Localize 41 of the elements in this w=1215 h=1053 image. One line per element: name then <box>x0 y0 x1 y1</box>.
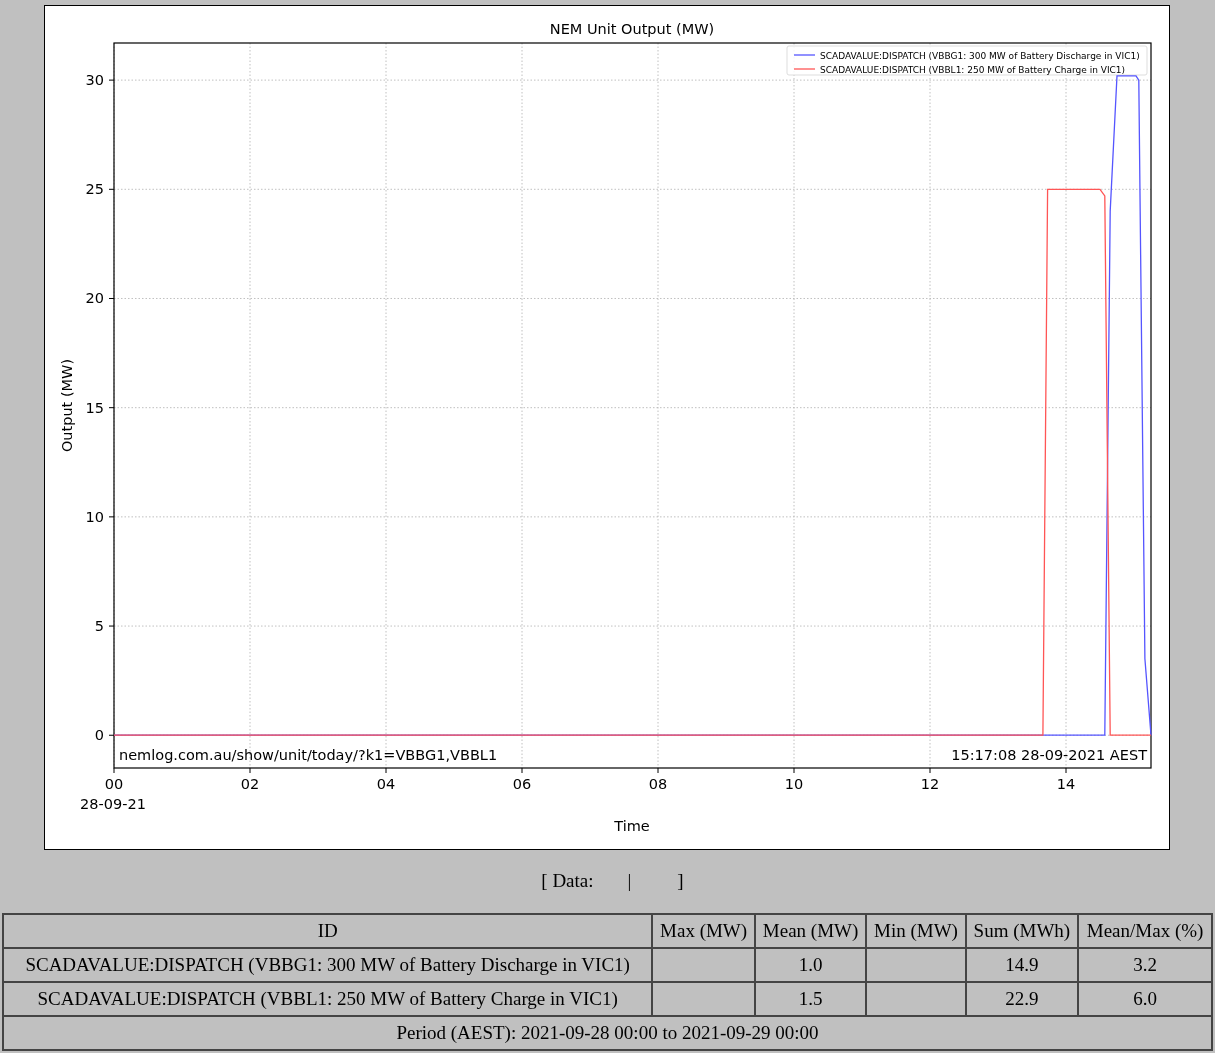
table-cell: 3.2 <box>1078 948 1212 982</box>
x-tick-label: 12 <box>920 776 940 792</box>
column-header: Min (MW) <box>866 914 966 948</box>
table-cell: 14.9 <box>965 948 1079 982</box>
y-tick-label: 25 <box>85 181 104 198</box>
x-tick-label: 08 <box>648 776 668 792</box>
table-cell: 1.0 <box>754 948 867 982</box>
date-label: 28-09-21 <box>80 796 146 812</box>
y-tick-label: 15 <box>85 399 104 416</box>
y-tick-label: 20 <box>85 290 104 307</box>
x-tick-label: 06 <box>512 776 532 792</box>
table-cell: SCADAVALUE:DISPATCH (VBBG1: 300 MW of Battery Discharge in VIC1) <box>3 948 653 982</box>
table-cell: 1.5 <box>754 982 867 1016</box>
data-links-close: ] <box>677 870 684 893</box>
column-header: Max (MW) <box>652 914 755 948</box>
x-tick-label: 04 <box>376 776 396 792</box>
x-axis-label: Time <box>614 818 650 834</box>
link-separator: | <box>627 870 632 893</box>
table-cell: SCADAVALUE:DISPATCH (VBBL1: 250 MW of Battery Charge in VIC1) <box>3 982 653 1016</box>
table-cell: 22.9 <box>965 982 1079 1016</box>
column-header: ID <box>3 914 653 948</box>
source-url: nemlog.com.au/show/unit/today/?k1=VBBG1,VBBL1 <box>119 747 498 763</box>
legend-label: SCADAVALUE:DISPATCH (VBBL1: 250 MW of Battery Charge in VIC1) <box>820 65 1126 75</box>
legend-label: SCADAVALUE:DISPATCH (VBBG1: 300 MW of Battery Discharge in VIC1) <box>820 51 1140 61</box>
timestamp: 15:17:08 28-09-2021 AEST <box>951 747 1147 763</box>
x-tick-label: 10 <box>784 776 804 792</box>
y-tick-label: 5 <box>94 618 104 635</box>
y-axis-label: Output (MW) <box>59 358 75 453</box>
x-tick-label: 02 <box>240 776 260 792</box>
y-tick-label: 0 <box>94 727 104 744</box>
data-links-label: [ Data: <box>541 870 594 893</box>
column-header: Sum (MWh) <box>965 914 1079 948</box>
chart-title: NEM Unit Output (MW) <box>549 21 715 37</box>
column-header: Mean/Max (%) <box>1078 914 1212 948</box>
y-tick-label: 30 <box>85 72 104 89</box>
x-tick-label: 00 <box>104 776 124 792</box>
period-footer: Period (AEST): 2021-09-28 00:00 to 2021-09-29 00:00 <box>3 1016 1212 1050</box>
table-cell: 6.0 <box>1078 982 1212 1016</box>
x-tick-label: 14 <box>1056 776 1076 792</box>
y-tick-label: 10 <box>85 508 104 525</box>
column-header: Mean (MW) <box>754 914 867 948</box>
